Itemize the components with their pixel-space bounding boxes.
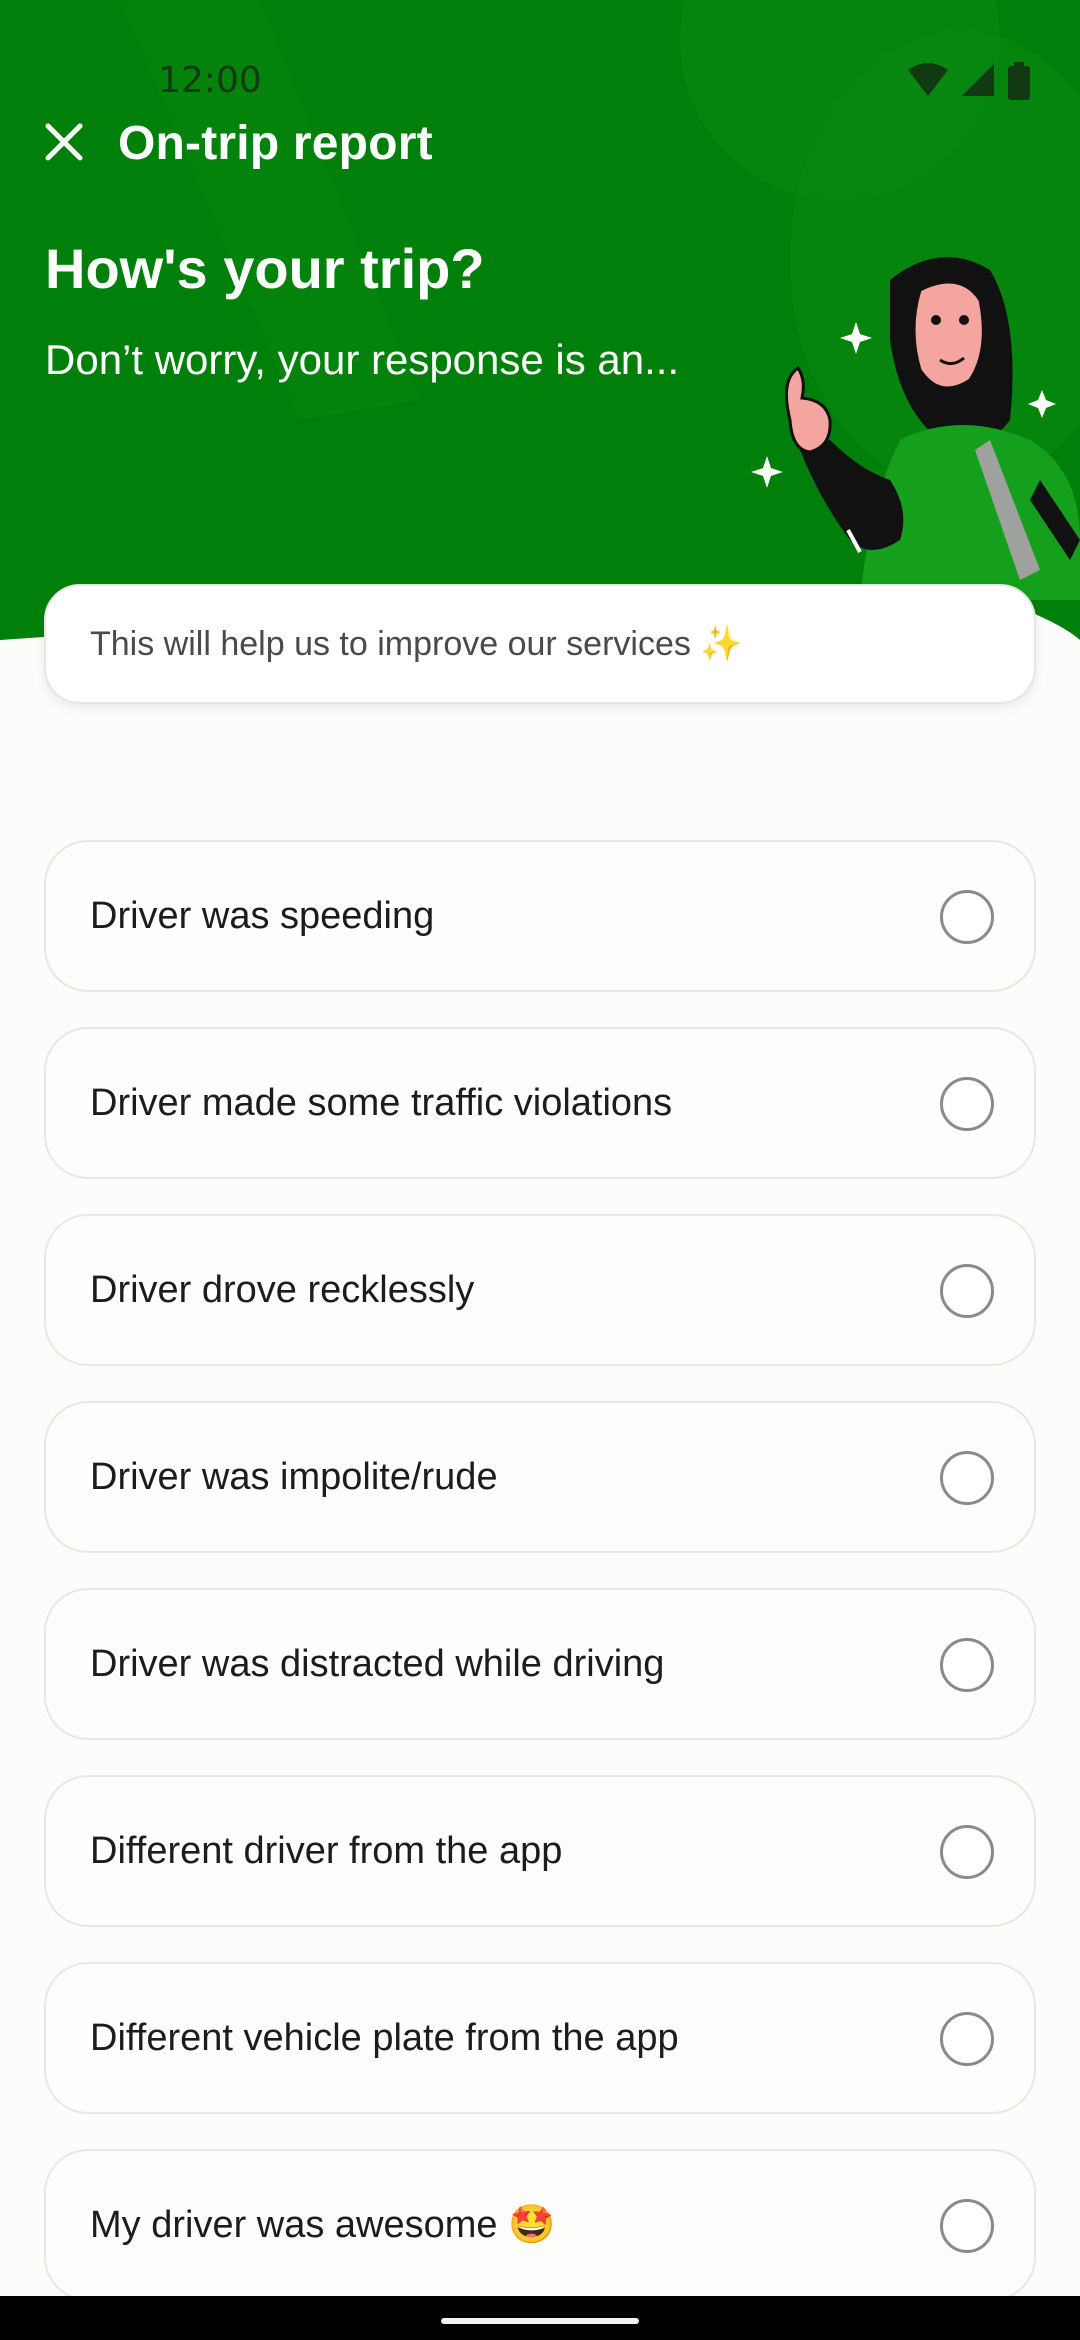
option-label: Driver made some traffic violations bbox=[90, 1081, 673, 1124]
app-bar: On-trip report bbox=[0, 110, 1080, 174]
option-different-plate[interactable]: Different vehicle plate from the app bbox=[44, 1962, 1036, 2114]
radio-button[interactable] bbox=[940, 1825, 994, 1879]
status-time: 12:00 bbox=[158, 60, 262, 101]
option-label: Different vehicle plate from the app bbox=[90, 2016, 679, 2059]
home-gesture-handle[interactable] bbox=[441, 2318, 639, 2324]
signal-icon bbox=[962, 64, 994, 96]
option-distracted[interactable]: Driver was distracted while driving bbox=[44, 1588, 1036, 1740]
radio-button[interactable] bbox=[940, 890, 994, 944]
info-text: This will help us to improve our service… bbox=[90, 625, 743, 663]
page-title: On-trip report bbox=[118, 117, 433, 170]
option-driver-awesome[interactable]: My driver was awesome 🤩 bbox=[44, 2149, 1036, 2301]
mascot-illustration bbox=[751, 257, 1080, 600]
option-label: Driver was impolite/rude bbox=[90, 1455, 498, 1498]
radio-button[interactable] bbox=[940, 1077, 994, 1131]
option-impolite-rude[interactable]: Driver was impolite/rude bbox=[44, 1401, 1036, 1553]
option-label: Driver was distracted while driving bbox=[90, 1642, 665, 1685]
option-drove-recklessly[interactable]: Driver drove recklessly bbox=[44, 1214, 1036, 1366]
status-bar: 12:00 bbox=[0, 0, 1080, 120]
option-driver-speeding[interactable]: Driver was speeding bbox=[44, 840, 1036, 992]
info-card: This will help us to improve our service… bbox=[44, 584, 1036, 704]
option-traffic-violations[interactable]: Driver made some traffic violations bbox=[44, 1027, 1036, 1179]
system-navigation-bar bbox=[0, 2296, 1080, 2340]
option-label: My driver was awesome 🤩 bbox=[90, 2204, 556, 2246]
option-label: Driver was speeding bbox=[90, 894, 435, 937]
radio-button[interactable] bbox=[940, 1451, 994, 1505]
battery-icon bbox=[1008, 62, 1030, 100]
radio-button[interactable] bbox=[940, 2199, 994, 2253]
header-banner: 12:00 On-trip report How's your trip? Do… bbox=[0, 0, 1080, 660]
radio-button[interactable] bbox=[940, 2012, 994, 2066]
close-button[interactable] bbox=[38, 116, 90, 168]
option-different-driver[interactable]: Different driver from the app bbox=[44, 1775, 1036, 1927]
option-label: Driver drove recklessly bbox=[90, 1268, 475, 1311]
hero-subtitle: Don’t worry, your response is an... bbox=[45, 336, 680, 383]
radio-button[interactable] bbox=[940, 1638, 994, 1692]
radio-button[interactable] bbox=[940, 1264, 994, 1318]
report-options-list: Driver was speeding Driver made some tra… bbox=[44, 840, 1036, 2336]
hero-title: How's your trip? bbox=[45, 237, 485, 300]
status-icons bbox=[908, 62, 1030, 100]
close-icon bbox=[45, 123, 83, 161]
wifi-icon bbox=[908, 63, 948, 96]
option-label: Different driver from the app bbox=[90, 1829, 563, 1872]
